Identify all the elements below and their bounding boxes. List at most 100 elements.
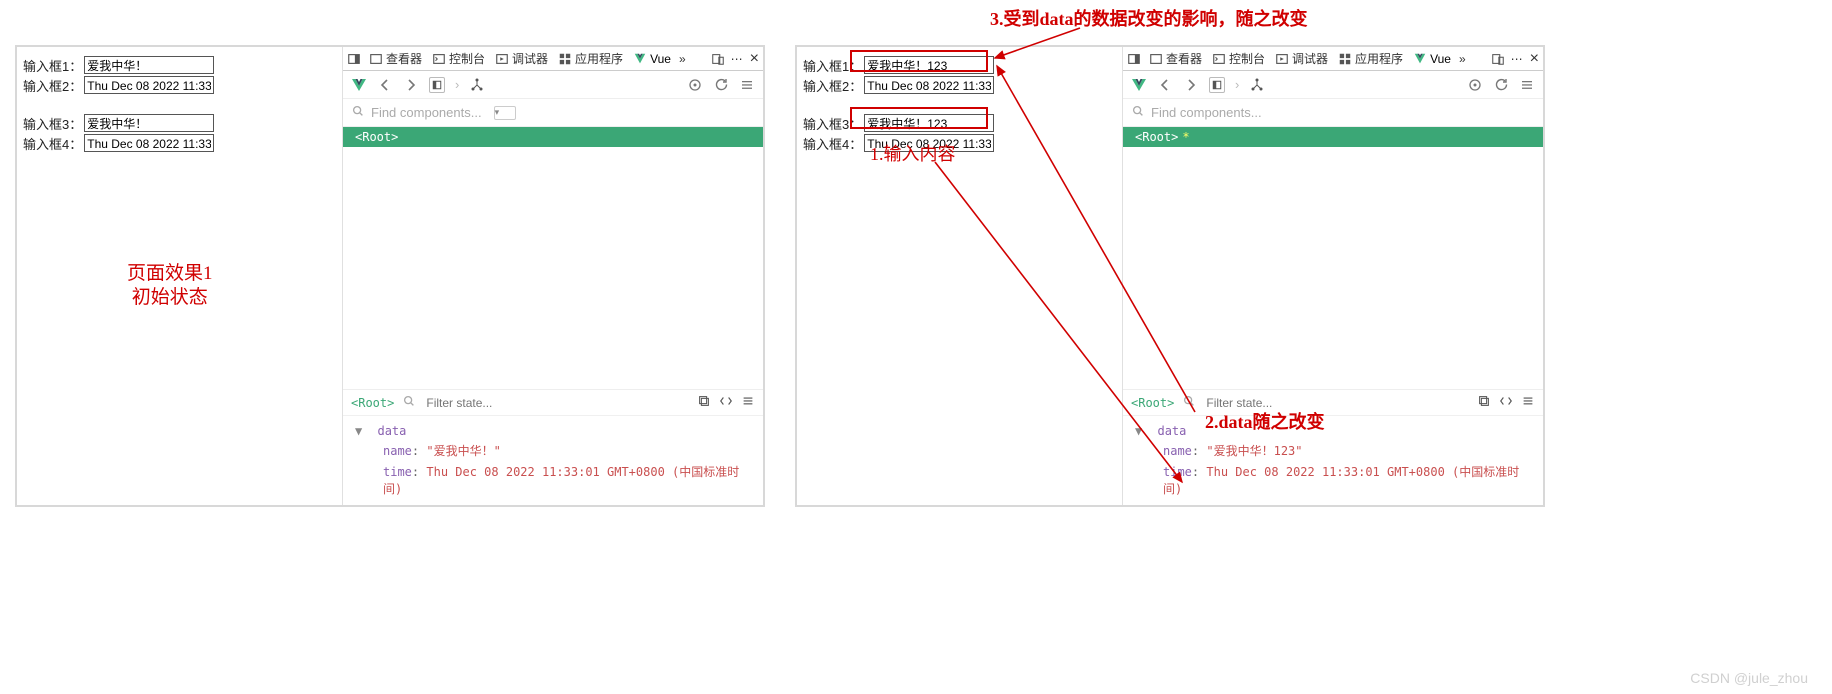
dropdown-icon[interactable]: ▾: [494, 106, 516, 120]
menu-icon[interactable]: [1521, 394, 1535, 411]
tree-root-row[interactable]: <Root> *: [1123, 127, 1543, 147]
settings-icon[interactable]: [739, 77, 755, 93]
debugger-icon: [495, 52, 509, 66]
window-after: 输入框1： 输入框2： 输入框3： 输入框4： 查看器: [795, 45, 1545, 507]
input2[interactable]: [84, 76, 214, 94]
vue-search-placeholder: Find components...: [371, 105, 482, 120]
state-time-value: Thu Dec 08 2022 11:33:01 GMT+0800 (中国标准时…: [1163, 465, 1519, 496]
nav-forward-icon[interactable]: [403, 77, 419, 93]
data-section-label: data: [1157, 424, 1186, 438]
vue-component-search[interactable]: Find components...: [1123, 99, 1543, 127]
refresh-icon[interactable]: [1493, 77, 1509, 93]
close-devtools[interactable]: ×: [1530, 50, 1539, 68]
nav-back-icon[interactable]: [1157, 77, 1173, 93]
vue-component-tree: <Root>: [343, 127, 763, 147]
tab-debugger[interactable]: 调试器: [1273, 50, 1330, 67]
tabs-overflow[interactable]: »: [679, 52, 686, 66]
components-icon[interactable]: [1209, 77, 1225, 93]
state-name-row[interactable]: name: "爱我中华！123": [1163, 442, 1531, 459]
input4[interactable]: [84, 134, 214, 152]
field-row-2: 输入框2：: [23, 75, 336, 95]
input4-label: 输入框4：: [803, 134, 862, 153]
dock-icon[interactable]: [1127, 52, 1141, 66]
inspector-icon: [369, 52, 383, 66]
state-name-key: name: [383, 444, 412, 458]
input3[interactable]: [84, 114, 214, 132]
filter-state-input[interactable]: [1204, 395, 1324, 411]
input2[interactable]: [864, 76, 994, 94]
data-section-row[interactable]: ▼ data: [1135, 424, 1531, 438]
input3[interactable]: [864, 114, 994, 132]
state-toolbar: <Root>: [1123, 390, 1543, 416]
select-component-icon[interactable]: [1467, 77, 1483, 93]
tree-icon[interactable]: [1249, 77, 1265, 93]
field-row-4: 输入框4：: [23, 133, 336, 153]
copy-state-icon[interactable]: [697, 394, 711, 411]
input4[interactable]: [864, 134, 994, 152]
tabs-overflow[interactable]: »: [1459, 52, 1466, 66]
input1[interactable]: [864, 56, 994, 74]
annotation-left-title: 页面效果1 初始状态: [127, 262, 213, 310]
vue-icon: [1413, 52, 1427, 66]
input4-label: 输入框4：: [23, 134, 82, 153]
vue-state-panel: <Root> ▼ data name: "爱我中华！": [343, 389, 763, 505]
responsive-icon[interactable]: [711, 52, 725, 66]
tab-debugger-label: 调试器: [1292, 50, 1328, 67]
nav-forward-icon[interactable]: [1183, 77, 1199, 93]
responsive-icon[interactable]: [1491, 52, 1505, 66]
field-row-3: 输入框3：: [23, 113, 336, 133]
window-initial: 输入框1： 输入框2： 输入框3： 输入框4： 页面效果1 初始状态: [15, 45, 765, 507]
tree-icon[interactable]: [469, 77, 485, 93]
tab-inspector-label: 查看器: [386, 50, 422, 67]
state-time-row[interactable]: time: Thu Dec 08 2022 11:33:01 GMT+0800 …: [383, 463, 751, 497]
vue-logo-icon[interactable]: [351, 77, 367, 93]
copy-state-icon[interactable]: [1477, 394, 1491, 411]
vue-search-placeholder: Find components...: [1151, 105, 1262, 120]
input2-label: 输入框2：: [23, 76, 82, 95]
field-row-2: 输入框2：: [803, 75, 1116, 95]
state-name-row[interactable]: name: "爱我中华！": [383, 442, 751, 459]
tab-vue[interactable]: Vue: [631, 52, 673, 66]
tab-application[interactable]: 应用程序: [1336, 50, 1405, 67]
field-row-3: 输入框3：: [803, 113, 1116, 133]
tab-console-label: 控制台: [449, 50, 485, 67]
breadcrumb-sep: ›: [455, 77, 459, 92]
state-time-key: time: [1163, 465, 1192, 479]
close-devtools[interactable]: ×: [750, 50, 759, 68]
breadcrumb-sep: ›: [1235, 77, 1239, 92]
state-body: ▼ data name: "爱我中华！" time: Thu Dec 08 20…: [343, 416, 763, 505]
settings-icon[interactable]: [1519, 77, 1535, 93]
vue-toolbar: ›: [343, 71, 763, 99]
tab-debugger[interactable]: 调试器: [493, 50, 550, 67]
vue-logo-icon[interactable]: [1131, 77, 1147, 93]
dock-icon[interactable]: [347, 52, 361, 66]
input1-label: 输入框1：: [23, 56, 82, 75]
input1[interactable]: [84, 56, 214, 74]
vue-component-search[interactable]: Find components... ▾: [343, 99, 763, 127]
more-icon[interactable]: ⋯: [731, 52, 744, 66]
code-icon[interactable]: [1499, 394, 1513, 411]
more-icon[interactable]: ⋯: [1511, 52, 1524, 66]
menu-icon[interactable]: [741, 394, 755, 411]
tab-vue[interactable]: Vue: [1411, 52, 1453, 66]
refresh-icon[interactable]: [713, 77, 729, 93]
tree-root-row[interactable]: <Root>: [343, 127, 763, 147]
vue-toolbar: ›: [1123, 71, 1543, 99]
tab-console[interactable]: 控制台: [1210, 50, 1267, 67]
data-section-row[interactable]: ▼ data: [355, 424, 751, 438]
tab-application[interactable]: 应用程序: [556, 50, 625, 67]
state-time-row[interactable]: time: Thu Dec 08 2022 11:33:01 GMT+0800 …: [1163, 463, 1531, 497]
field-row-1: 输入框1：: [23, 55, 336, 75]
select-component-icon[interactable]: [687, 77, 703, 93]
page-pane-left: 输入框1： 输入框2： 输入框3： 输入框4： 页面效果1 初始状态: [17, 47, 342, 505]
tab-console[interactable]: 控制台: [430, 50, 487, 67]
page-pane-right: 输入框1： 输入框2： 输入框3： 输入框4：: [797, 47, 1122, 505]
console-icon: [432, 52, 446, 66]
filter-state-input[interactable]: [424, 395, 544, 411]
code-icon[interactable]: [719, 394, 733, 411]
components-icon[interactable]: [429, 77, 445, 93]
tab-inspector[interactable]: 查看器: [367, 50, 424, 67]
tab-application-label: 应用程序: [575, 50, 623, 67]
nav-back-icon[interactable]: [377, 77, 393, 93]
tab-inspector[interactable]: 查看器: [1147, 50, 1204, 67]
